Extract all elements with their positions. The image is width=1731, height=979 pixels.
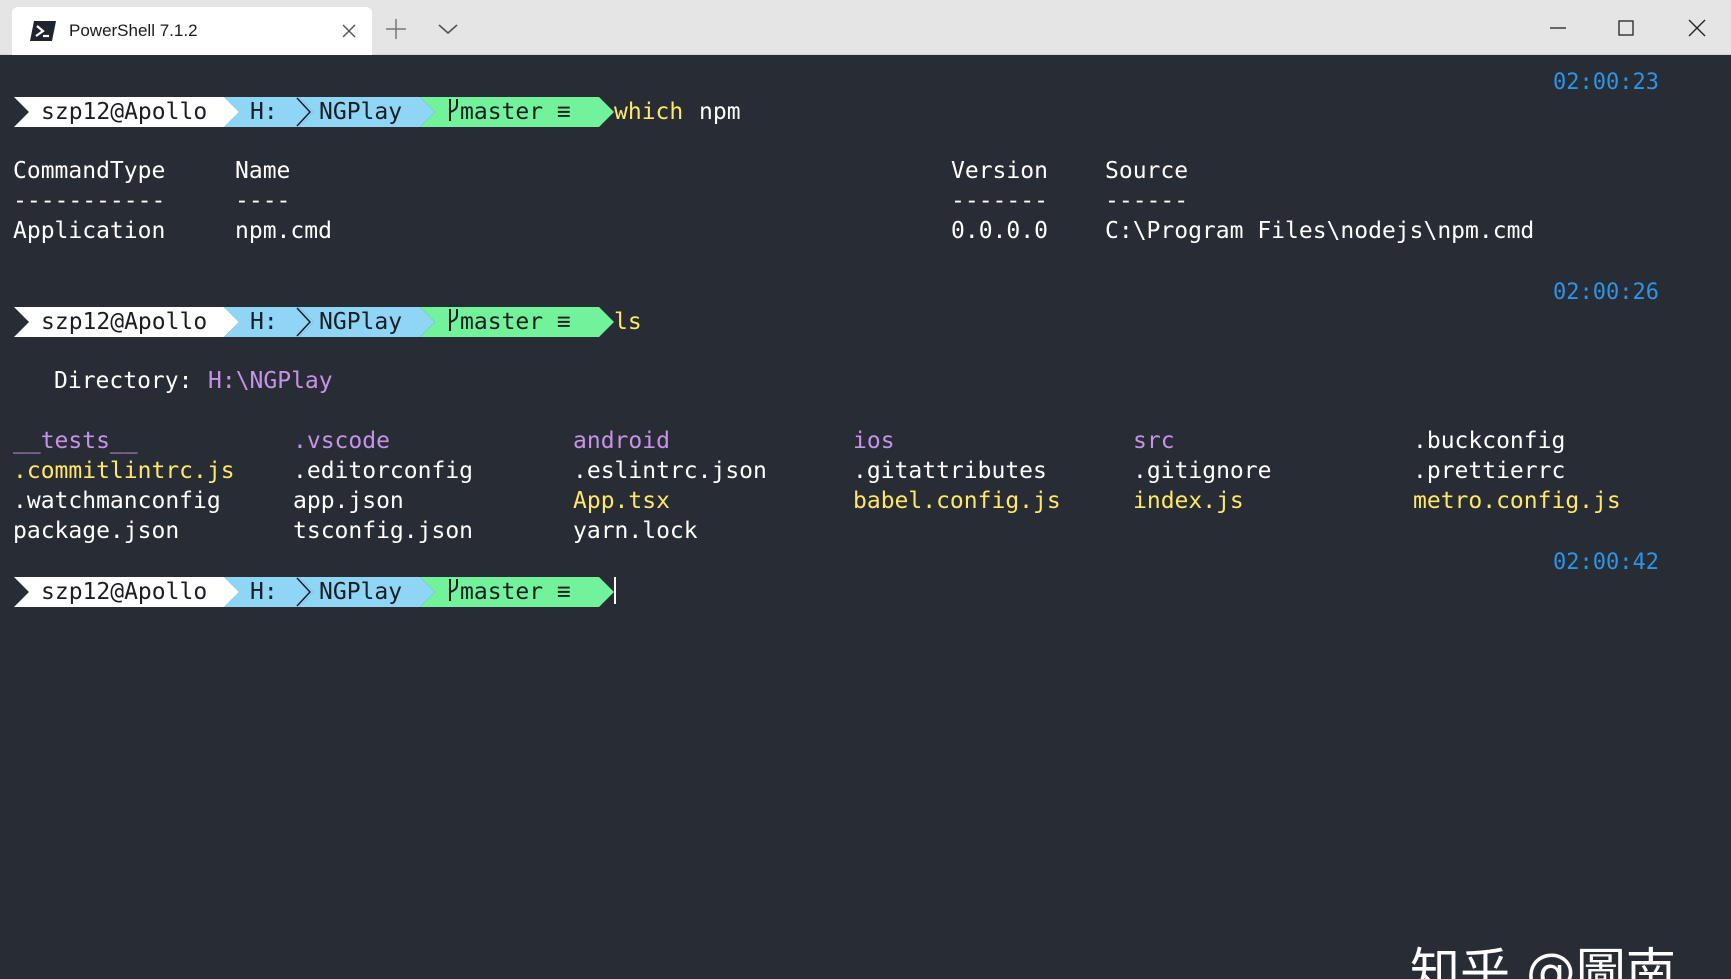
tab-powershell[interactable]: PowerShell 7.1.2	[12, 7, 372, 55]
maximize-button[interactable]	[1592, 0, 1660, 55]
table-underline: ----	[235, 188, 291, 214]
close-icon	[1688, 19, 1706, 37]
directory-label: Directory:	[54, 368, 193, 394]
file-item: .editorconfig	[293, 458, 474, 484]
prompt-path: NGPlay	[319, 99, 403, 125]
file-item: package.json	[13, 518, 180, 544]
tab-title: PowerShell 7.1.2	[69, 21, 198, 40]
prompt-user: szp12@Apollo	[41, 579, 208, 605]
table-cell: C:\Program Files\nodejs\npm.cmd	[1105, 218, 1535, 244]
prompt-drive: H:	[250, 309, 278, 335]
terminal-area[interactable]: 02:00:23 szp12@Apollo H: NGPlay master ≡…	[0, 56, 1731, 979]
prompt-time: 02:00:23	[1553, 70, 1659, 95]
file-item: .gitignore	[1133, 458, 1272, 484]
prompt-time: 02:00:42	[1553, 550, 1659, 575]
title-bar: PowerShell 7.1.2	[0, 0, 1731, 55]
file-item: app.json	[293, 488, 404, 514]
table-header-commandtype: CommandType	[13, 158, 166, 184]
file-item: metro.config.js	[1413, 488, 1621, 514]
file-item: .gitattributes	[853, 458, 1047, 484]
directory-item: __tests__	[13, 428, 138, 454]
new-tab-icon[interactable]	[384, 17, 408, 41]
prompt-drive: H:	[250, 99, 278, 125]
prompt-drive: H:	[250, 579, 278, 605]
file-item: .commitlintrc.js	[13, 458, 235, 484]
chevron-down-icon[interactable]	[436, 19, 460, 39]
table-underline: ------	[1105, 188, 1189, 214]
prompt: szp12@Apollo H: NGPlay master ≡	[14, 307, 614, 337]
directory-item: ios	[853, 428, 895, 454]
command-args: npm	[699, 99, 741, 125]
prompt: szp12@Apollo H: NGPlay master ≡	[14, 577, 614, 607]
table-cell: Application	[13, 218, 166, 244]
directory-item: android	[573, 428, 670, 454]
table-cell: npm.cmd	[235, 218, 332, 244]
command-name: which	[614, 99, 684, 125]
table-header-name: Name	[235, 158, 291, 184]
table-underline: -----------	[13, 188, 166, 214]
file-item: App.tsx	[573, 488, 670, 514]
prompt-git: master ≡	[460, 99, 571, 125]
prompt-git: master ≡	[460, 309, 571, 335]
table-header-version: Version	[951, 158, 1048, 184]
directory-item: src	[1133, 428, 1175, 454]
command-name: ls	[614, 309, 642, 335]
maximize-icon	[1618, 20, 1634, 36]
file-item: tsconfig.json	[293, 518, 474, 544]
file-item: babel.config.js	[853, 488, 1061, 514]
tab-close-icon[interactable]	[338, 20, 360, 42]
watermark: 知乎 @圖南	[1410, 943, 1676, 979]
file-item: index.js	[1133, 488, 1244, 514]
text-cursor[interactable]	[614, 577, 616, 604]
powershell-icon	[30, 21, 56, 41]
directory-item: .vscode	[293, 428, 390, 454]
prompt-user: szp12@Apollo	[41, 309, 208, 335]
file-item: .watchmanconfig	[13, 488, 221, 514]
file-item: .buckconfig	[1413, 428, 1566, 454]
prompt-path: NGPlay	[319, 579, 403, 605]
table-cell: 0.0.0.0	[951, 218, 1048, 244]
file-item: .eslintrc.json	[573, 458, 767, 484]
file-item: yarn.lock	[573, 518, 698, 544]
file-item: .prettierrc	[1413, 458, 1566, 484]
table-underline: -------	[951, 188, 1048, 214]
prompt-path: NGPlay	[319, 309, 403, 335]
close-button[interactable]	[1663, 0, 1731, 55]
prompt-time: 02:00:26	[1553, 280, 1659, 305]
prompt-git: master ≡	[460, 579, 571, 605]
prompt: szp12@Apollo H: NGPlay master ≡	[14, 97, 614, 127]
minimize-button[interactable]	[1524, 0, 1592, 55]
prompt-user: szp12@Apollo	[41, 99, 208, 125]
minimize-icon	[1550, 27, 1566, 29]
table-header-source: Source	[1105, 158, 1189, 184]
directory-path: H:\NGPlay	[208, 368, 333, 394]
